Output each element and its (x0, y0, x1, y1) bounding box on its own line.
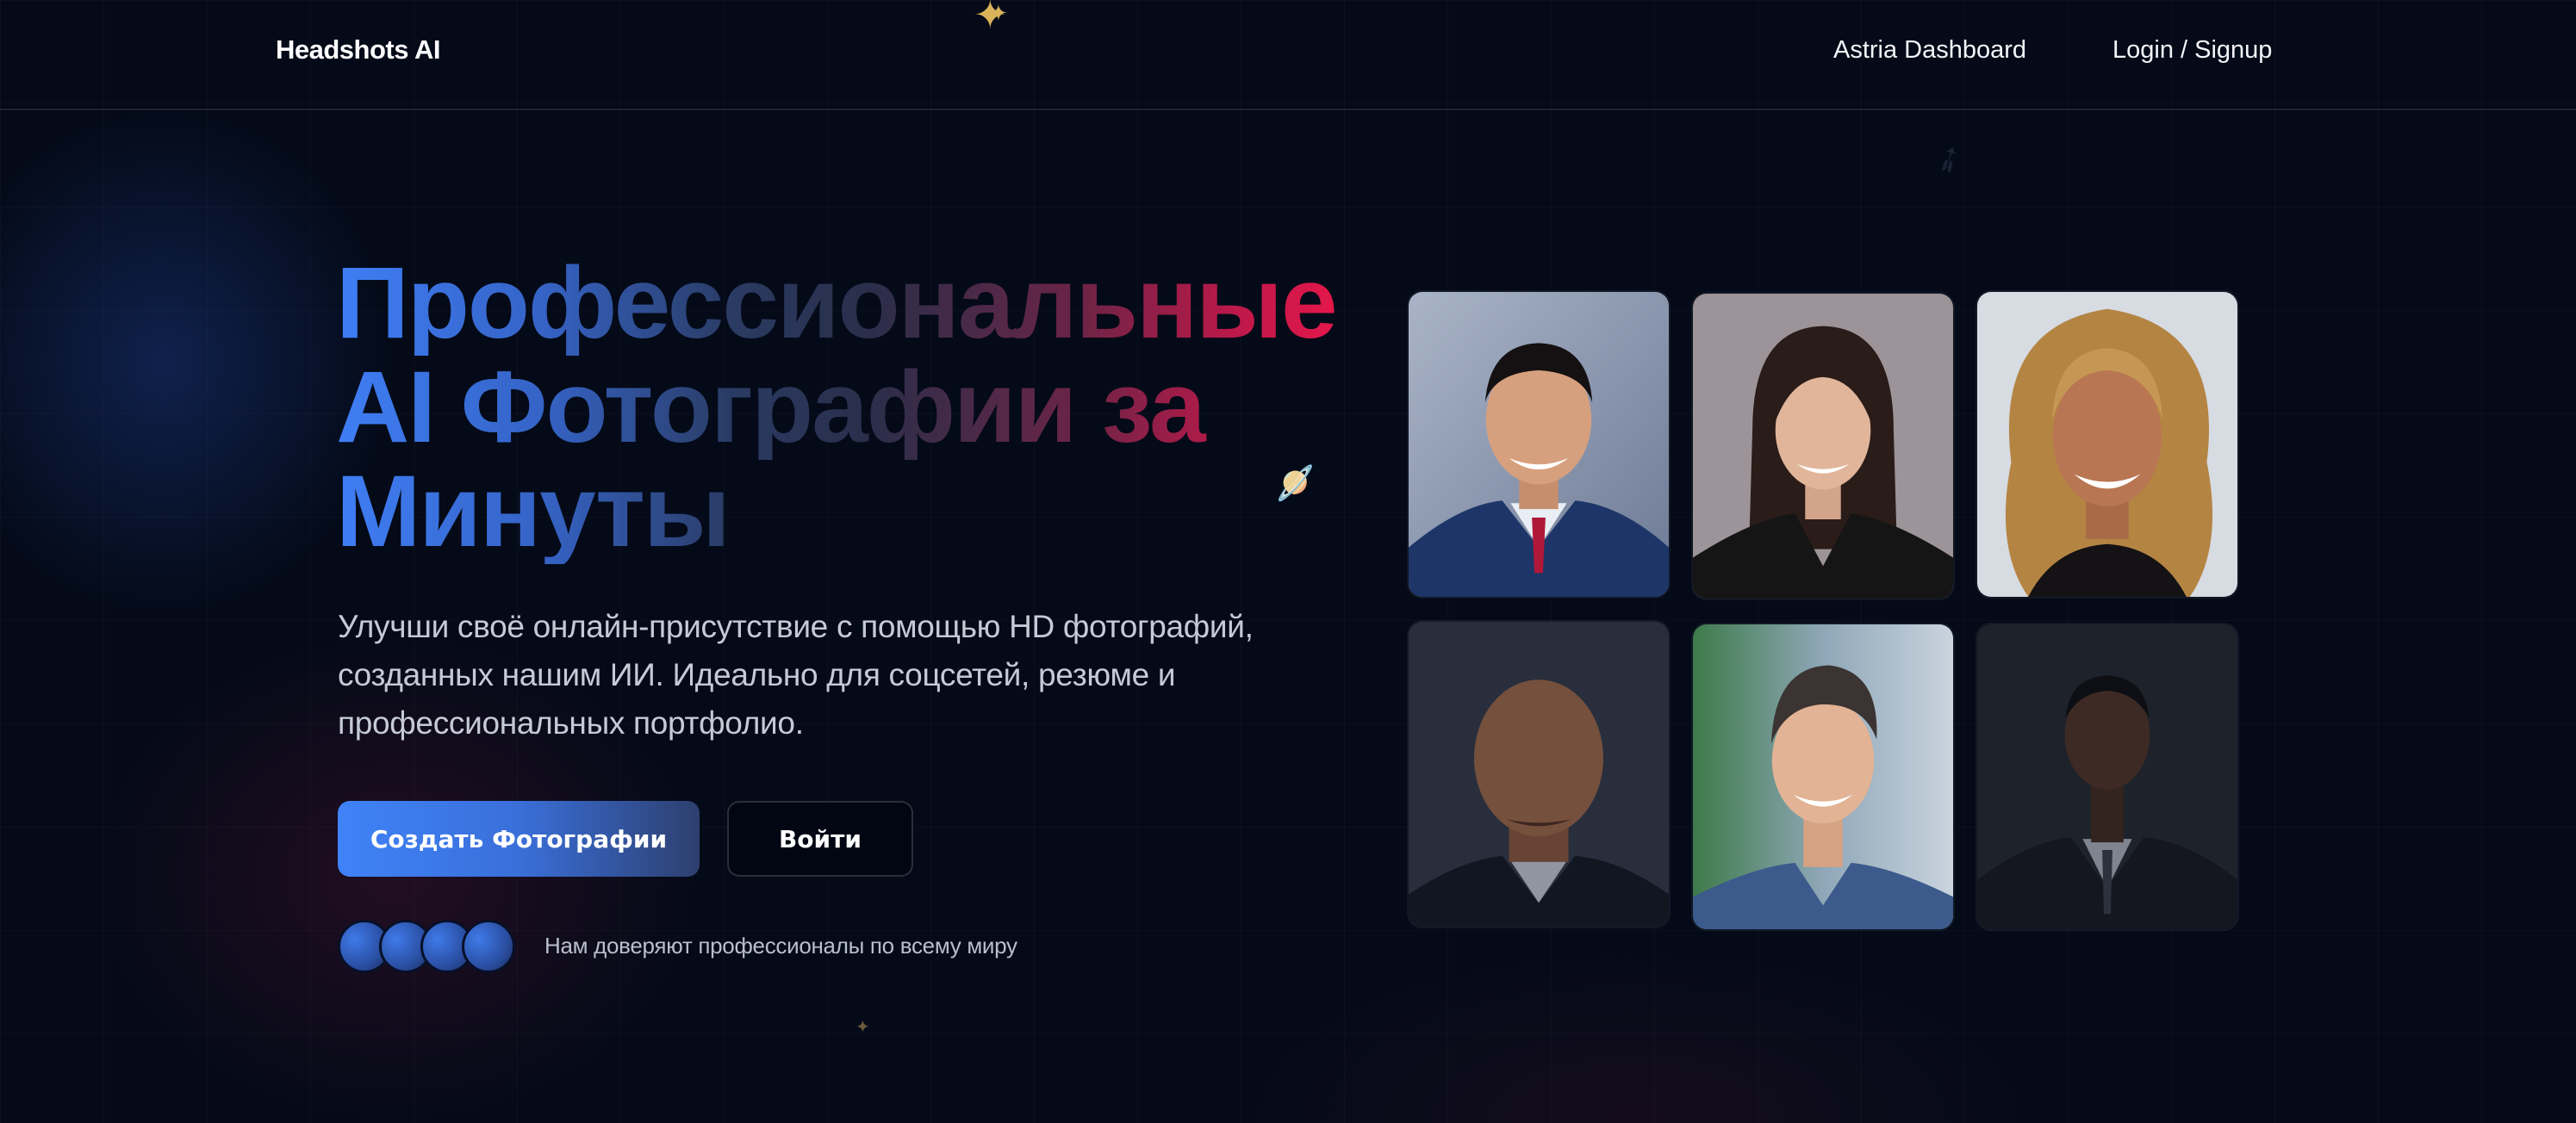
sparkle-icon-bottom: ✦ (856, 1018, 870, 1037)
headshot-photo-3 (1976, 290, 2239, 599)
hero-title-line-1: Профессиональные (336, 251, 1370, 356)
hero-subtitle: Улучши своё онлайн-присутствие с помощью… (338, 603, 1320, 748)
headshot-photo-2 (1691, 292, 1955, 600)
trust-text: Нам доверяют профессионалы по всему миру (544, 933, 1017, 959)
nav-link-login-signup[interactable]: Login / Signup (2112, 36, 2272, 65)
rocket-icon: ➶ (1925, 133, 1972, 184)
brand-logo[interactable]: Headshots AI (276, 34, 440, 65)
headshot-photo-6 (1976, 623, 2239, 931)
avatar (462, 920, 515, 973)
hero-subtitle-line-3: профессиональных портфолио. (338, 705, 804, 741)
create-photos-button[interactable]: Создать Фотографии (338, 801, 700, 877)
headshot-photo-5 (1691, 623, 1955, 931)
landing-page: ✦ ✦ ✦ 🪐 ➶ Headshots AI Astria Dashboard … (0, 0, 2576, 1123)
trust-avatars (338, 920, 519, 973)
hero-title-line-2: AI Фотографии за (336, 356, 1370, 460)
hero-title-line-3: Минуты (336, 460, 1370, 564)
headshot-photo-1 (1407, 290, 1671, 599)
hero-title: Профессиональные AI Фотографии за Минуты (336, 251, 1370, 564)
login-button[interactable]: Войти (727, 801, 913, 877)
top-nav: Headshots AI Astria Dashboard Login / Si… (0, 0, 2576, 110)
nav-link-dashboard[interactable]: Astria Dashboard (1833, 36, 2026, 65)
hero-subtitle-line-2: созданных нашим ИИ. Идеально для соцсете… (338, 657, 1176, 692)
headshot-photo-4 (1407, 620, 1671, 928)
hero-subtitle-line-1: Улучши своё онлайн-присутствие с помощью… (338, 609, 1254, 644)
